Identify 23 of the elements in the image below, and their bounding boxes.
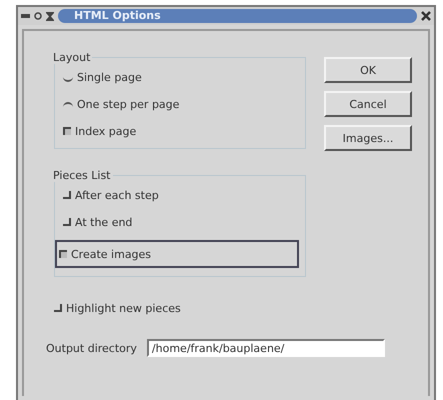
window-title: HTML Options xyxy=(58,9,417,23)
close-icon[interactable] xyxy=(421,11,431,21)
dialog-button[interactable]: Cancel xyxy=(324,91,412,117)
option-label: After each step xyxy=(75,188,159,202)
checkbox[interactable] xyxy=(63,218,71,226)
checkbox[interactable] xyxy=(54,304,62,312)
option-label: Create images xyxy=(71,248,152,260)
hourglass-icon[interactable] xyxy=(46,12,54,20)
directory-field[interactable]: /home/frank/bauplaene/ xyxy=(146,339,385,357)
option-label: Highlight new pieces xyxy=(66,302,181,314)
option-label: Index page xyxy=(75,124,136,138)
option-label: At the end xyxy=(75,216,132,228)
circle-icon[interactable] xyxy=(34,12,42,20)
option-label: One step per page xyxy=(77,98,180,110)
dialog-button[interactable]: Images... xyxy=(324,125,412,151)
checkbox[interactable] xyxy=(63,127,71,135)
group-label: Layout xyxy=(52,51,92,64)
checkbox[interactable] xyxy=(63,191,71,199)
option-label: Single page xyxy=(77,70,142,84)
dialog-button[interactable]: OK xyxy=(324,57,412,83)
group-label: Pieces List xyxy=(52,169,112,182)
checkbox[interactable] xyxy=(59,250,67,258)
field-label: Output directory xyxy=(46,342,137,354)
